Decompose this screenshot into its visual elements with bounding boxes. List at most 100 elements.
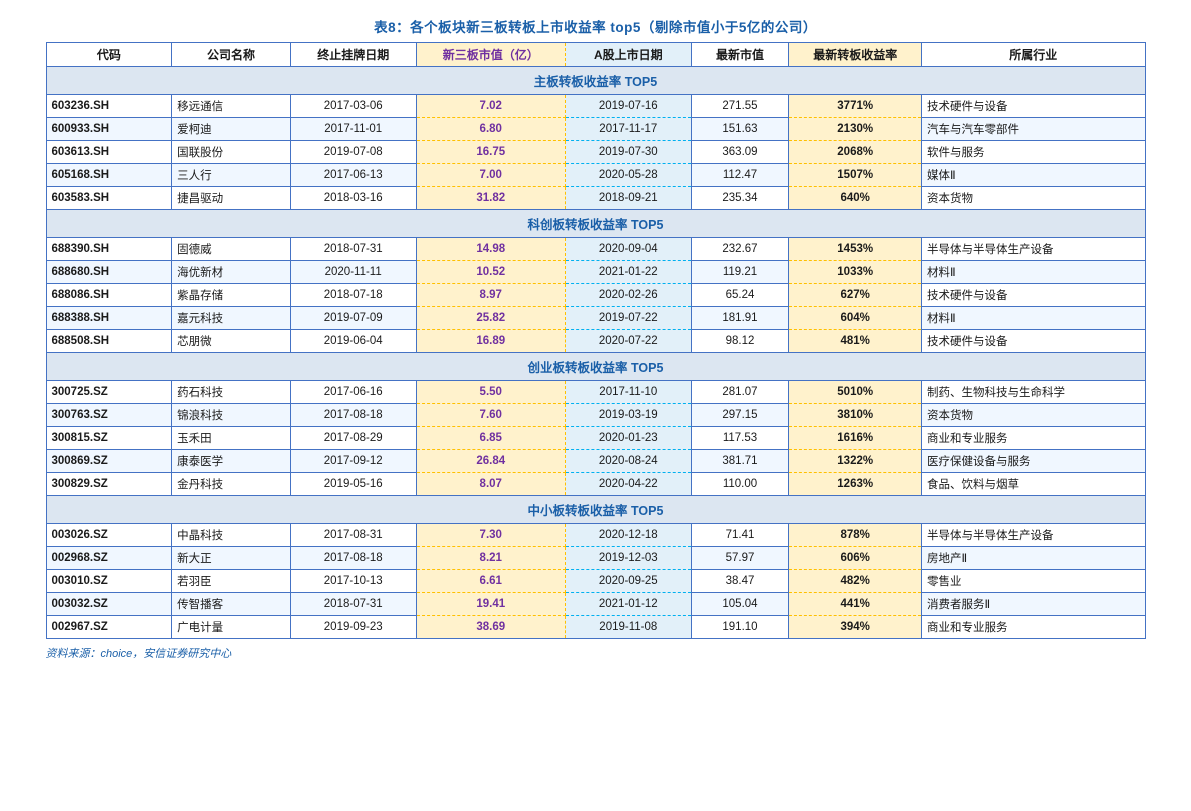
company-cell: 芯朋微 (172, 330, 291, 353)
table-row: 600933.SH爱柯迪2017-11-016.802017-11-17151.… (46, 118, 1145, 141)
new3-val-cell: 7.00 (416, 164, 565, 187)
company-cell: 移远通信 (172, 95, 291, 118)
company-cell: 中晶科技 (172, 524, 291, 547)
end-date-cell: 2017-06-13 (290, 164, 416, 187)
end-date-cell: 2019-07-08 (290, 141, 416, 164)
a-date-cell: 2020-09-04 (565, 238, 691, 261)
new3-val-cell: 19.41 (416, 593, 565, 616)
end-date-cell: 2018-07-31 (290, 593, 416, 616)
header-latest-val: 最新市值 (691, 43, 789, 67)
company-cell: 金丹科技 (172, 473, 291, 496)
end-date-cell: 2017-08-31 (290, 524, 416, 547)
table-row: 003032.SZ传智播客2018-07-3119.412021-01-1210… (46, 593, 1145, 616)
latest-val-cell: 117.53 (691, 427, 789, 450)
table-row: 605168.SH三人行2017-06-137.002020-05-28112.… (46, 164, 1145, 187)
a-date-cell: 2019-07-16 (565, 95, 691, 118)
a-date-cell: 2019-03-19 (565, 404, 691, 427)
header-new3-val: 新三板市值（亿） (416, 43, 565, 67)
end-date-cell: 2019-07-09 (290, 307, 416, 330)
new3-val-cell: 8.07 (416, 473, 565, 496)
new3-val-cell: 6.85 (416, 427, 565, 450)
company-cell: 捷昌驱动 (172, 187, 291, 210)
industry-cell: 技术硬件与设备 (922, 95, 1145, 118)
new3-val-cell: 16.89 (416, 330, 565, 353)
header-a-date: A股上市日期 (565, 43, 691, 67)
code-cell: 300829.SZ (46, 473, 172, 496)
latest-rate-cell: 3771% (789, 95, 922, 118)
industry-cell: 半导体与半导体生产设备 (922, 238, 1145, 261)
table-row: 688508.SH芯朋微2019-06-0416.892020-07-2298.… (46, 330, 1145, 353)
table-row: 688388.SH嘉元科技2019-07-0925.822019-07-2218… (46, 307, 1145, 330)
end-date-cell: 2020-11-11 (290, 261, 416, 284)
new3-val-cell: 6.80 (416, 118, 565, 141)
code-cell: 300869.SZ (46, 450, 172, 473)
header-end-date: 终止挂牌日期 (290, 43, 416, 67)
a-date-cell: 2019-11-08 (565, 616, 691, 639)
source-text: 资料来源：choice，安信证券研究中心 (46, 645, 1146, 661)
table-title: 表8：各个板块新三板转板上市收益率 top5（剔除市值小于5亿的公司） (46, 16, 1146, 36)
end-date-cell: 2017-11-01 (290, 118, 416, 141)
latest-val-cell: 98.12 (691, 330, 789, 353)
table-row: 300763.SZ锦浪科技2017-08-187.602019-03-19297… (46, 404, 1145, 427)
section-header-3: 中小板转板收益率 TOP5 (46, 496, 1145, 524)
code-cell: 688390.SH (46, 238, 172, 261)
latest-val-cell: 151.63 (691, 118, 789, 141)
end-date-cell: 2017-10-13 (290, 570, 416, 593)
company-cell: 玉禾田 (172, 427, 291, 450)
industry-cell: 医疗保健设备与服务 (922, 450, 1145, 473)
latest-val-cell: 38.47 (691, 570, 789, 593)
new3-val-cell: 14.98 (416, 238, 565, 261)
a-date-cell: 2021-01-22 (565, 261, 691, 284)
code-cell: 603236.SH (46, 95, 172, 118)
latest-val-cell: 105.04 (691, 593, 789, 616)
company-cell: 三人行 (172, 164, 291, 187)
new3-val-cell: 31.82 (416, 187, 565, 210)
code-cell: 688508.SH (46, 330, 172, 353)
latest-val-cell: 71.41 (691, 524, 789, 547)
code-cell: 003010.SZ (46, 570, 172, 593)
latest-rate-cell: 2068% (789, 141, 922, 164)
table-row: 603613.SH国联股份2019-07-0816.752019-07-3036… (46, 141, 1145, 164)
section-header-0: 主板转板收益率 TOP5 (46, 67, 1145, 95)
end-date-cell: 2019-09-23 (290, 616, 416, 639)
a-date-cell: 2020-07-22 (565, 330, 691, 353)
latest-val-cell: 363.09 (691, 141, 789, 164)
page-container: 表8：各个板块新三板转板上市收益率 top5（剔除市值小于5亿的公司） 代码 公… (46, 16, 1146, 661)
end-date-cell: 2019-06-04 (290, 330, 416, 353)
end-date-cell: 2019-05-16 (290, 473, 416, 496)
code-cell: 002968.SZ (46, 547, 172, 570)
latest-rate-cell: 1616% (789, 427, 922, 450)
code-cell: 002967.SZ (46, 616, 172, 639)
end-date-cell: 2017-03-06 (290, 95, 416, 118)
latest-val-cell: 181.91 (691, 307, 789, 330)
a-date-cell: 2021-01-12 (565, 593, 691, 616)
a-date-cell: 2020-09-25 (565, 570, 691, 593)
company-cell: 新大正 (172, 547, 291, 570)
new3-val-cell: 10.52 (416, 261, 565, 284)
a-date-cell: 2017-11-17 (565, 118, 691, 141)
industry-cell: 商业和专业服务 (922, 427, 1145, 450)
end-date-cell: 2018-07-31 (290, 238, 416, 261)
company-cell: 紫晶存储 (172, 284, 291, 307)
header-industry: 所属行业 (922, 43, 1145, 67)
latest-rate-cell: 1033% (789, 261, 922, 284)
latest-val-cell: 232.67 (691, 238, 789, 261)
industry-cell: 食品、饮料与烟草 (922, 473, 1145, 496)
industry-cell: 材料Ⅱ (922, 261, 1145, 284)
latest-rate-cell: 627% (789, 284, 922, 307)
new3-val-cell: 16.75 (416, 141, 565, 164)
industry-cell: 资本货物 (922, 187, 1145, 210)
table-row: 688390.SH固德威2018-07-3114.982020-09-04232… (46, 238, 1145, 261)
company-cell: 药石科技 (172, 381, 291, 404)
main-table: 代码 公司名称 终止挂牌日期 新三板市值（亿） A股上市日期 最新市值 最新转板… (46, 42, 1146, 639)
table-row: 003026.SZ中晶科技2017-08-317.302020-12-1871.… (46, 524, 1145, 547)
a-date-cell: 2018-09-21 (565, 187, 691, 210)
industry-cell: 房地产Ⅱ (922, 547, 1145, 570)
industry-cell: 技术硬件与设备 (922, 330, 1145, 353)
new3-val-cell: 26.84 (416, 450, 565, 473)
code-cell: 300815.SZ (46, 427, 172, 450)
company-cell: 康泰医学 (172, 450, 291, 473)
latest-rate-cell: 394% (789, 616, 922, 639)
end-date-cell: 2017-08-18 (290, 404, 416, 427)
table-body: 主板转板收益率 TOP5603236.SH移远通信2017-03-067.022… (46, 67, 1145, 639)
